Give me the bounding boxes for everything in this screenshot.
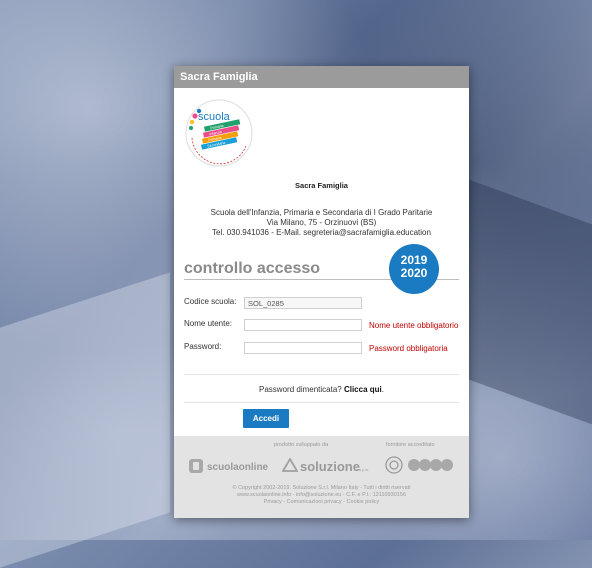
school-contact-line: Tel. 030.941036 - E-Mail. segreteria@sac…: [212, 228, 431, 237]
username-error: Nome utente obbligatorio: [369, 321, 459, 330]
forgot-password-text: Password dimenticata?: [259, 385, 344, 394]
year-end: 2020: [400, 266, 428, 280]
copyright: © Copyright 2002-2019. Soluzione S.r.l. …: [174, 485, 469, 506]
school-name: Sacra Famiglia: [295, 181, 348, 190]
footer: prodotto sviluppato da fornitore accredi…: [174, 436, 469, 518]
school-logo: scuola Primaria Infanzia Primaria Second…: [185, 99, 253, 167]
copyright-line: © Copyright 2002-2019. Soluzione S.r.l. …: [232, 485, 411, 491]
privacy-links[interactable]: Privacy - Comunicazioni privacy - Cookie…: [174, 499, 469, 506]
password-field[interactable]: [244, 342, 362, 354]
panel-header-title: Sacra Famiglia: [174, 66, 469, 88]
school-address-line: Via Milano, 75 - Orzinuovi (BS): [266, 218, 377, 227]
scuolaonline-logo-icon: [189, 459, 203, 473]
login-panel: Sacra Famiglia scuola Primaria Infanzia …: [174, 66, 469, 518]
username-label: Nome utente:: [184, 319, 233, 328]
school-code-label: Codice scuola:: [184, 297, 237, 306]
forgot-password: Password dimenticata? Clicca qui.: [174, 385, 469, 394]
school-year-badge: 2019 2020: [389, 244, 439, 294]
scuolaonline-brand[interactable]: scuolaonline: [207, 462, 268, 473]
forgot-password-link[interactable]: Clicca qui: [344, 385, 382, 394]
soluzione-logo-icon: [282, 458, 298, 472]
soluzione-brand[interactable]: soluzione: [300, 459, 360, 474]
product-caption: prodotto sviluppato da: [274, 442, 329, 448]
divider: [184, 374, 459, 375]
school-code-field[interactable]: SOL_0285: [244, 297, 362, 309]
page-title: controllo accesso: [184, 260, 321, 277]
contact-line[interactable]: www.scuolaonline.info - info@soluzione.e…: [174, 492, 469, 499]
emblem-icon: [385, 456, 403, 474]
divider: [184, 402, 459, 403]
school-address-line: Scuola dell'Infanzia, Primaria e Seconda…: [210, 208, 433, 217]
logo-text: scuola: [198, 111, 231, 123]
school-details: Scuola dell'Infanzia, Primaria e Seconda…: [174, 208, 469, 238]
forgot-password-punct: .: [381, 385, 384, 394]
username-field[interactable]: [244, 319, 362, 331]
password-label: Password:: [184, 342, 222, 351]
soluzione-suffix: s.p.a.: [359, 467, 369, 472]
login-button[interactable]: Accedi: [243, 409, 289, 428]
supplier-caption: fornitore accreditato: [386, 442, 435, 448]
password-error: Password obbligatoria: [369, 344, 448, 353]
certification-icon: [408, 459, 453, 471]
